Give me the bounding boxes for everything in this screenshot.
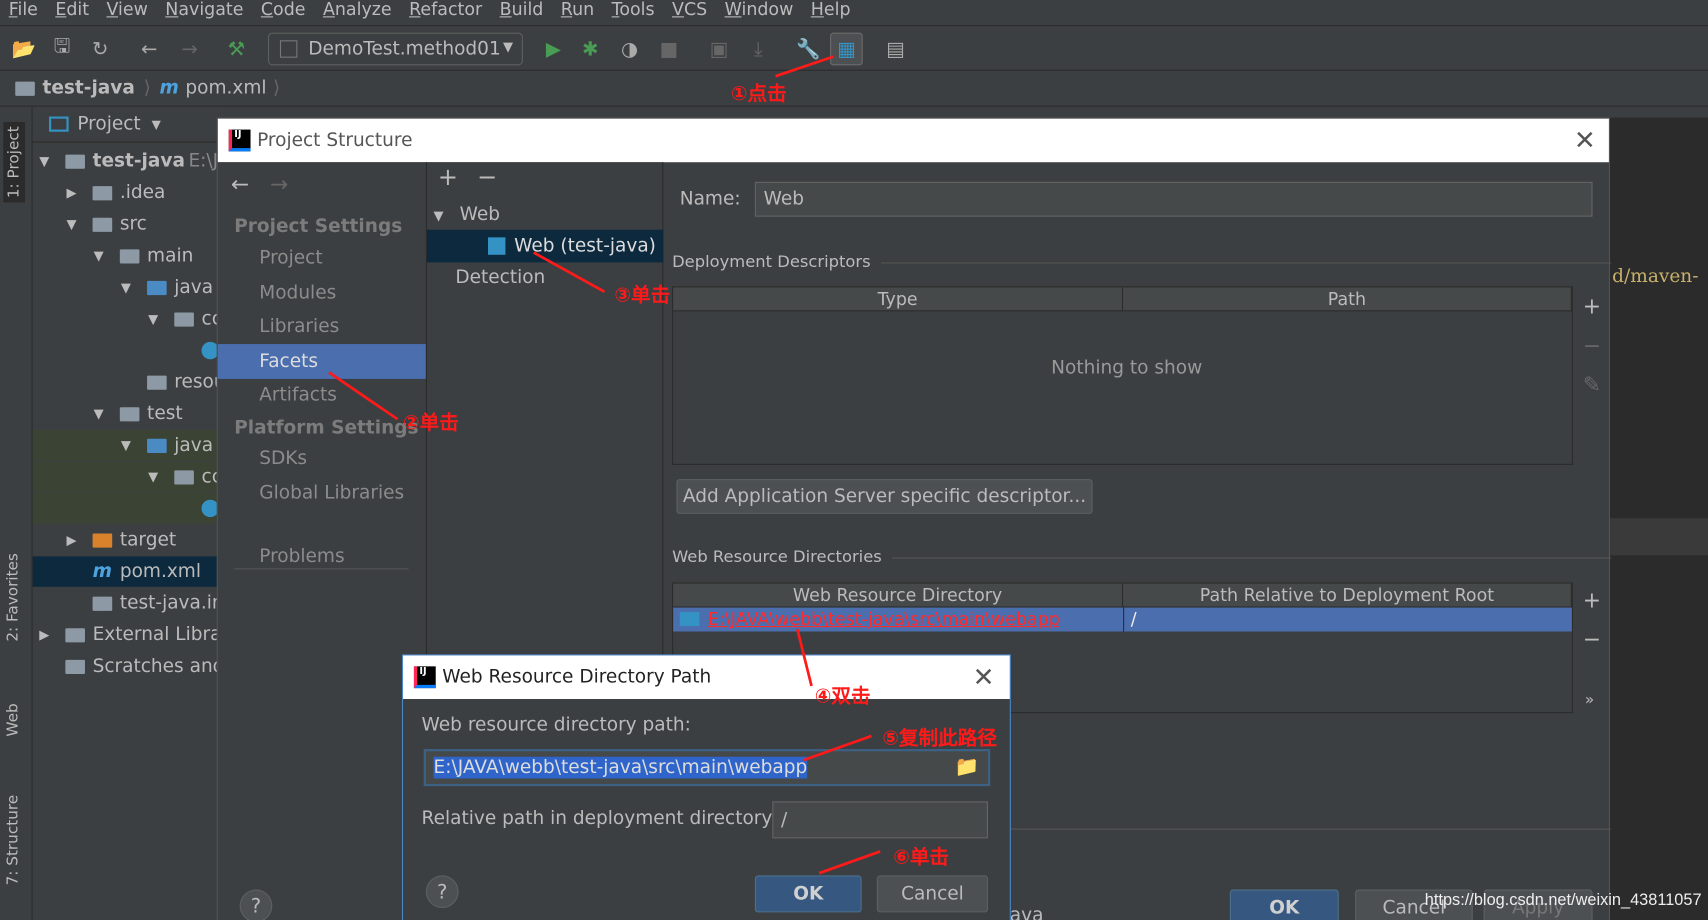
annotation-arrow xyxy=(533,251,606,293)
annotation-label: ⑥单击 xyxy=(893,845,950,869)
annotation-label: ④双击 xyxy=(814,684,871,708)
ide-window: File Edit View Navigate Code Analyze Refactor B… xyxy=(0,0,1708,920)
annotation-label: ②单击 xyxy=(403,411,459,435)
annotation-label: ③单击 xyxy=(614,284,671,308)
annotation-arrow xyxy=(818,850,881,875)
watermark: https://blog.csdn.net/weixin_43811057 xyxy=(1424,890,1702,910)
annotation-label: ①点击 xyxy=(730,82,787,106)
annotation-label: ⑤复制此路径 xyxy=(882,727,997,751)
annotation-arrow xyxy=(803,734,872,762)
annotation-arrow xyxy=(796,628,813,687)
annotation-arrows xyxy=(328,55,881,875)
annotation-arrow xyxy=(328,371,399,421)
annotation-arrow xyxy=(775,55,834,78)
